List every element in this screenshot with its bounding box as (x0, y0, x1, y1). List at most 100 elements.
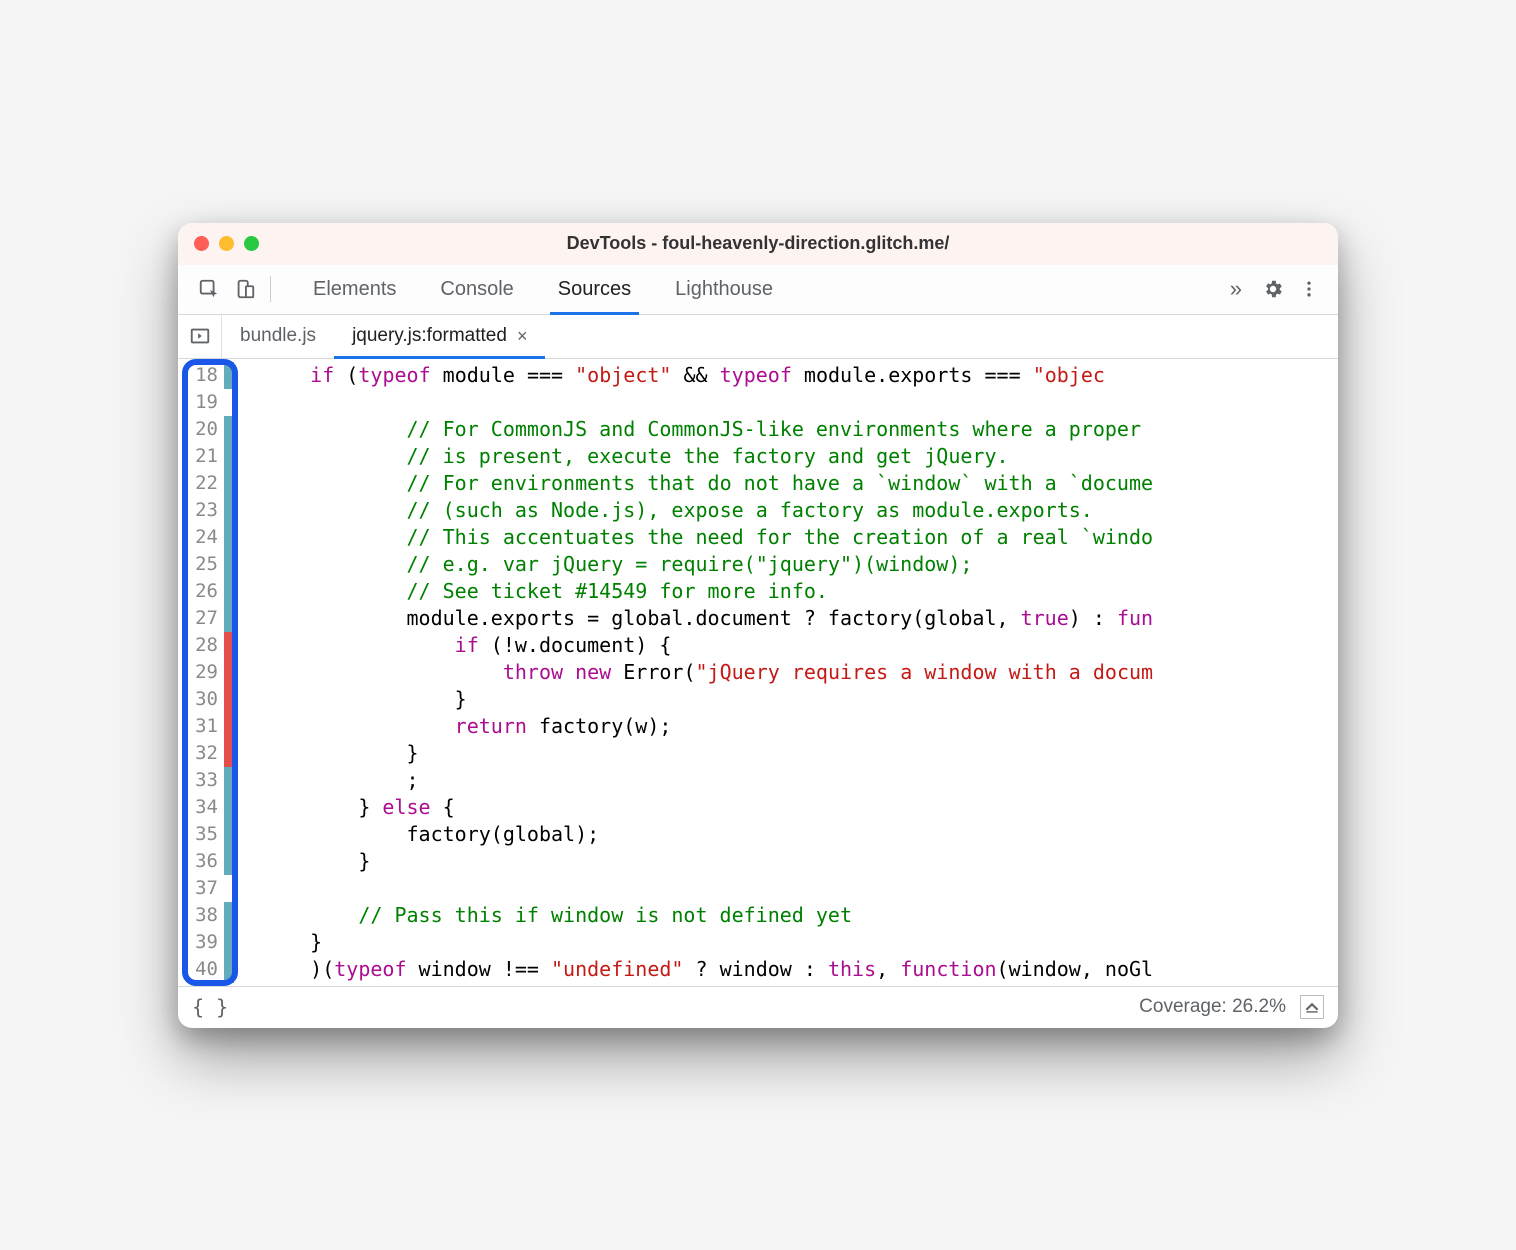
code-line[interactable]: } (262, 686, 1338, 713)
minimize-window-button[interactable] (219, 236, 234, 251)
line-number: 21 (178, 443, 224, 470)
code-line[interactable]: // For CommonJS and CommonJS-like enviro… (262, 416, 1338, 443)
inspect-element-icon[interactable] (194, 274, 224, 304)
gutter-line[interactable]: 25 (178, 551, 234, 578)
code-line[interactable]: // This accentuates the need for the cre… (262, 524, 1338, 551)
close-window-button[interactable] (194, 236, 209, 251)
gutter-line[interactable]: 30 (178, 686, 234, 713)
gutter-line[interactable]: 23 (178, 497, 234, 524)
code-line[interactable]: module.exports = global.document ? facto… (262, 605, 1338, 632)
panel-tab-sources[interactable]: Sources (536, 265, 653, 314)
line-number: 33 (178, 767, 224, 794)
coverage-bar (224, 551, 234, 578)
navigator-toggle-icon[interactable] (178, 315, 222, 358)
code-line[interactable]: return factory(w); (262, 713, 1338, 740)
code-lines[interactable]: if (typeof module === "object" && typeof… (234, 359, 1338, 986)
file-tab-label: bundle.js (240, 325, 316, 347)
coverage-bar (224, 713, 234, 740)
code-editor[interactable]: 1819202122232425262728293031323334353637… (178, 359, 1338, 986)
gutter-line[interactable]: 32 (178, 740, 234, 767)
gutter-line[interactable]: 24 (178, 524, 234, 551)
maximize-window-button[interactable] (244, 236, 259, 251)
line-number: 22 (178, 470, 224, 497)
gutter-line[interactable]: 19 (178, 389, 234, 416)
show-drawer-icon[interactable] (1300, 995, 1324, 1019)
code-line[interactable]: } (262, 929, 1338, 956)
coverage-bar (224, 848, 234, 875)
code-line[interactable]: // e.g. var jQuery = require("jquery")(w… (262, 551, 1338, 578)
line-number: 29 (178, 659, 224, 686)
toolbar-right (1250, 274, 1332, 304)
coverage-label: Coverage: 26.2% (1139, 996, 1286, 1018)
panel-tab-console[interactable]: Console (418, 265, 535, 314)
gutter-line[interactable]: 34 (178, 794, 234, 821)
pretty-print-button[interactable]: { } (192, 995, 228, 1019)
coverage-bar (224, 956, 234, 983)
file-tab-label: jquery.js:formatted (352, 325, 507, 347)
line-number: 38 (178, 902, 224, 929)
gutter-line[interactable]: 36 (178, 848, 234, 875)
line-number: 19 (178, 389, 224, 416)
coverage-bar (224, 794, 234, 821)
coverage-bar (224, 821, 234, 848)
coverage-bar (224, 362, 234, 389)
file-tab[interactable]: bundle.js (222, 315, 334, 358)
code-line[interactable]: // See ticket #14549 for more info. (262, 578, 1338, 605)
gutter-line[interactable]: 38 (178, 902, 234, 929)
gutter-line[interactable]: 27 (178, 605, 234, 632)
coverage-bar (224, 902, 234, 929)
line-number: 31 (178, 713, 224, 740)
file-tabs-row: bundle.js jquery.js:formatted × (178, 315, 1338, 359)
code-line[interactable]: factory(global); (262, 821, 1338, 848)
divider (270, 276, 271, 302)
code-line[interactable]: throw new Error("jQuery requires a windo… (262, 659, 1338, 686)
gutter-line[interactable]: 40 (178, 956, 234, 983)
coverage-bar (224, 929, 234, 956)
gutter-line[interactable]: 33 (178, 767, 234, 794)
gutter-line[interactable]: 18 (178, 362, 234, 389)
code-line[interactable]: // Pass this if window is not defined ye… (262, 902, 1338, 929)
code-line[interactable]: } (262, 740, 1338, 767)
code-line[interactable]: )(typeof window !== "undefined" ? window… (262, 956, 1338, 983)
coverage-bar (224, 416, 234, 443)
gutter-line[interactable]: 22 (178, 470, 234, 497)
gutter-line[interactable]: 29 (178, 659, 234, 686)
file-tabs: bundle.js jquery.js:formatted × (222, 315, 545, 358)
window-title: DevTools - foul-heavenly-direction.glitc… (178, 233, 1338, 254)
statusbar: { } Coverage: 26.2% (178, 986, 1338, 1028)
gutter-line[interactable]: 21 (178, 443, 234, 470)
code-line[interactable]: // (such as Node.js), expose a factory a… (262, 497, 1338, 524)
gutter-line[interactable]: 26 (178, 578, 234, 605)
gutter-line[interactable]: 37 (178, 875, 234, 902)
code-line[interactable]: if (typeof module === "object" && typeof… (262, 362, 1338, 389)
coverage-bar (224, 740, 234, 767)
gutter-line[interactable]: 31 (178, 713, 234, 740)
more-tabs-button[interactable]: » (1222, 276, 1250, 302)
coverage-bar (224, 443, 234, 470)
code-line[interactable]: if (!w.document) { (262, 632, 1338, 659)
device-toggle-icon[interactable] (230, 274, 260, 304)
close-icon[interactable]: × (517, 326, 528, 347)
gutter-line[interactable]: 35 (178, 821, 234, 848)
panel-tab-lighthouse[interactable]: Lighthouse (653, 265, 795, 314)
gutter: 1819202122232425262728293031323334353637… (178, 359, 234, 986)
line-number: 30 (178, 686, 224, 713)
code-line[interactable]: // is present, execute the factory and g… (262, 443, 1338, 470)
gutter-line[interactable]: 28 (178, 632, 234, 659)
code-line[interactable]: } else { (262, 794, 1338, 821)
coverage-bar (224, 686, 234, 713)
gutter-line[interactable]: 39 (178, 929, 234, 956)
coverage-bar (224, 875, 234, 902)
line-number: 35 (178, 821, 224, 848)
settings-gear-icon[interactable] (1258, 274, 1288, 304)
code-line[interactable] (262, 389, 1338, 416)
code-line[interactable] (262, 875, 1338, 902)
kebab-menu-icon[interactable] (1294, 274, 1324, 304)
panel-tab-elements[interactable]: Elements (291, 265, 418, 314)
code-line[interactable]: // For environments that do not have a `… (262, 470, 1338, 497)
main-toolbar: ElementsConsoleSourcesLighthouse » (178, 265, 1338, 315)
code-line[interactable]: } (262, 848, 1338, 875)
file-tab[interactable]: jquery.js:formatted × (334, 315, 545, 358)
code-line[interactable]: ; (262, 767, 1338, 794)
gutter-line[interactable]: 20 (178, 416, 234, 443)
